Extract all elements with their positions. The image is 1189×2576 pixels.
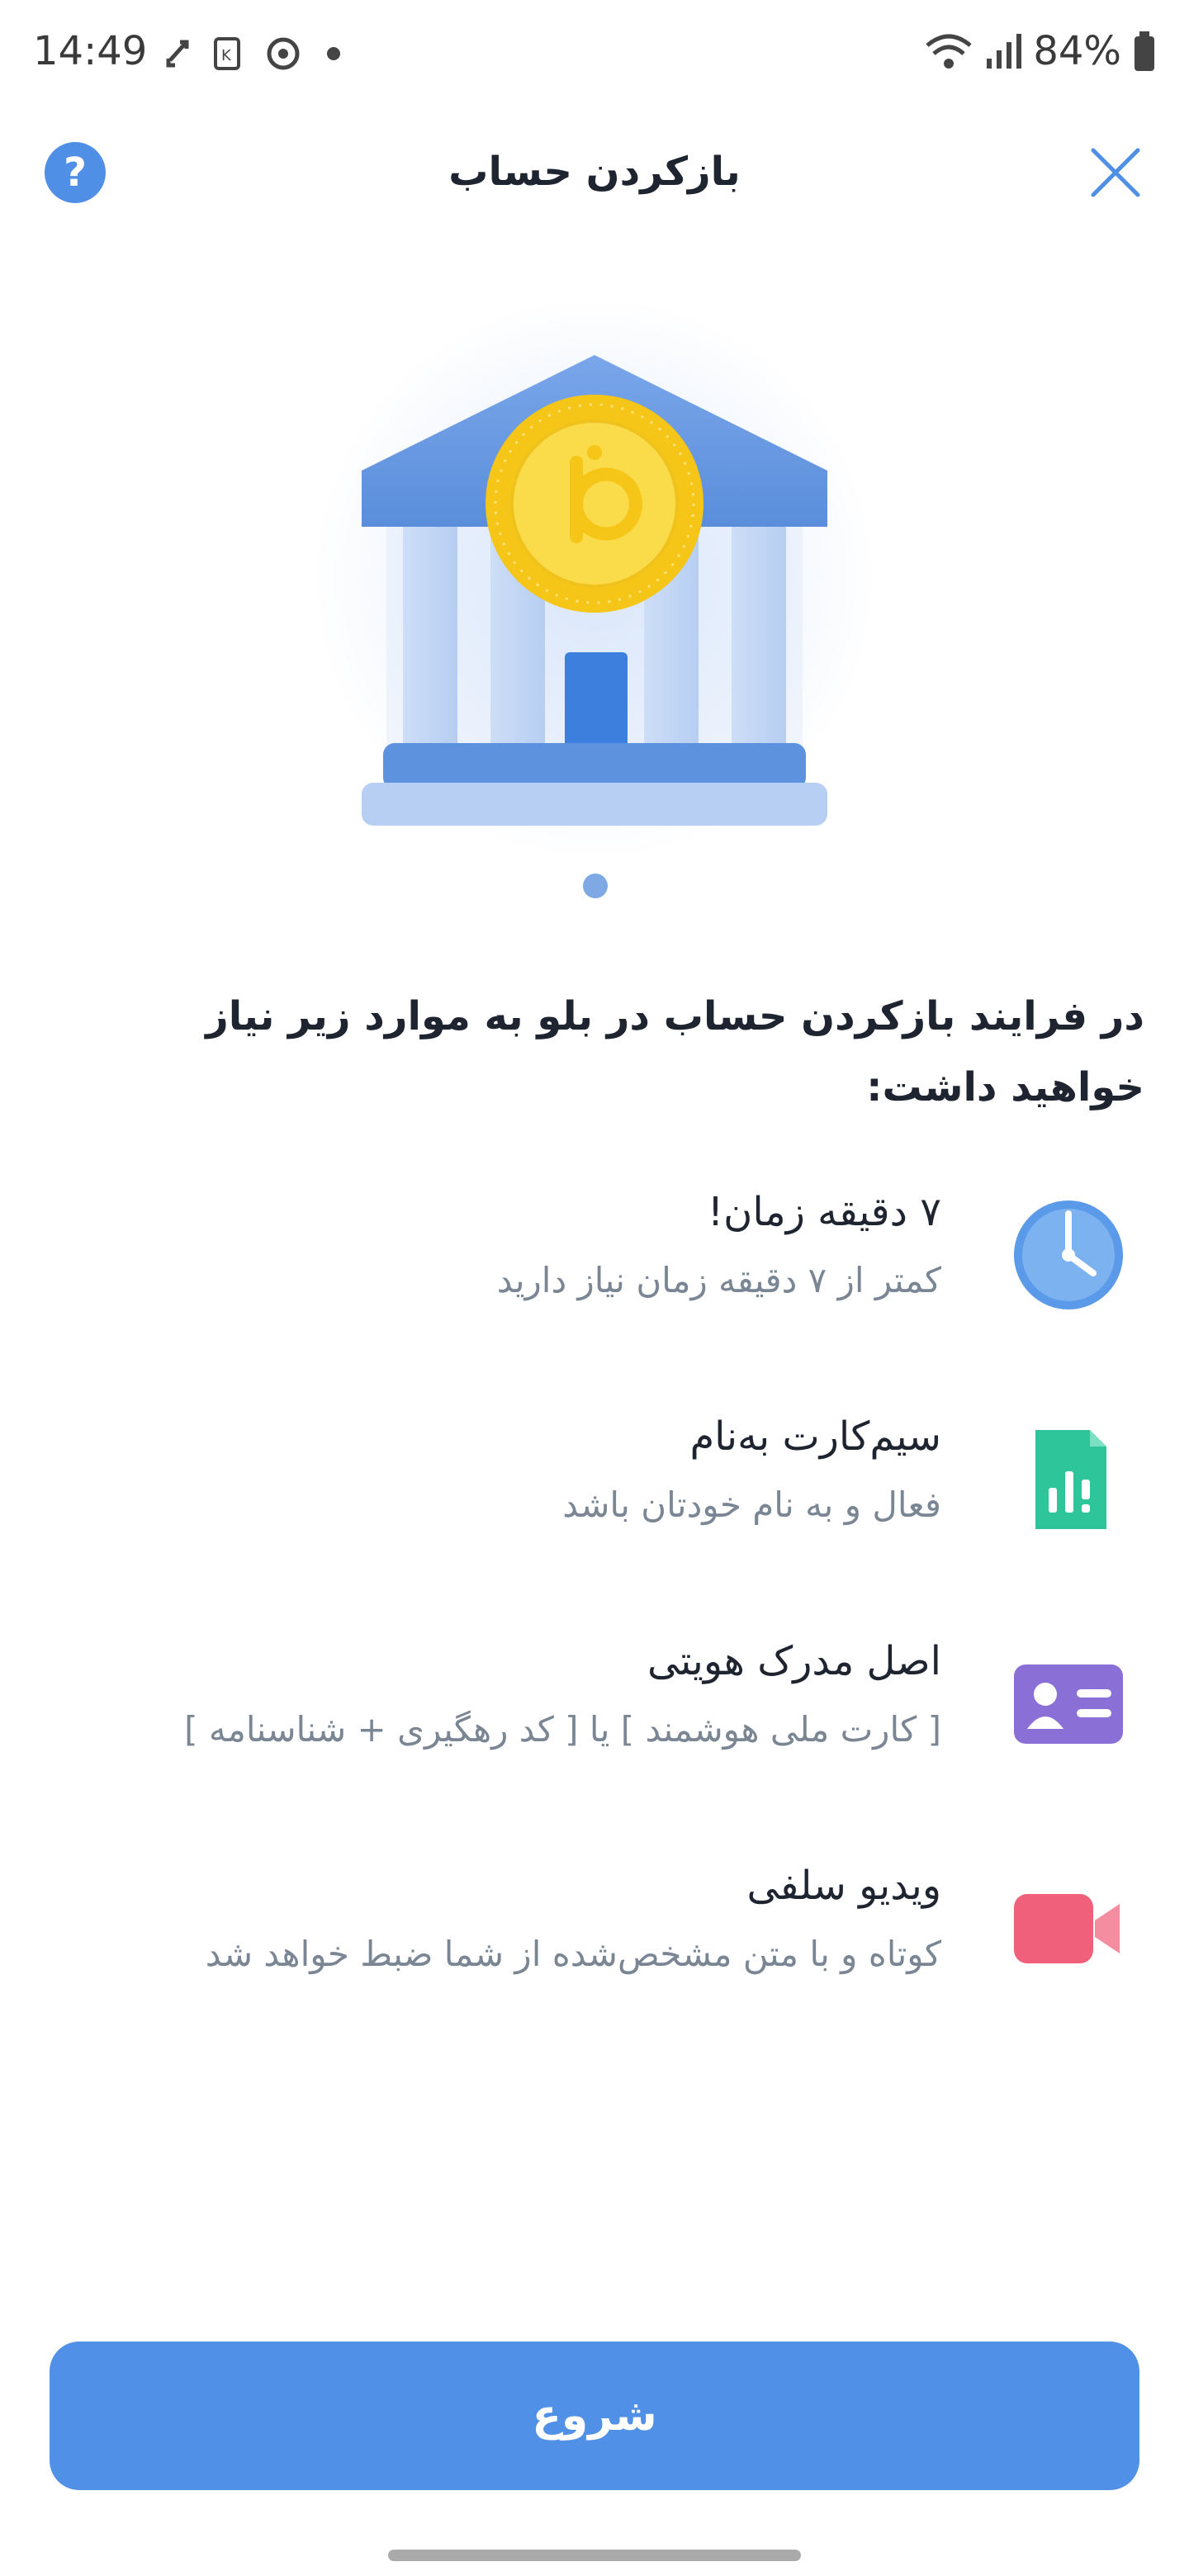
list-item: اصل مدرک هویتی [ کارت ملی هوشمند ] یا [ … xyxy=(0,1638,1189,1820)
requirement-title: اصل مدرک هویتی xyxy=(647,1638,941,1684)
requirement-title: ویدیو سلفی xyxy=(746,1863,941,1909)
list-item: سیم‌کارت به‌نام فعال و به نام خودتان باش… xyxy=(0,1413,1189,1595)
bank-illustration xyxy=(314,297,875,859)
list-item: ویدیو سلفی کوتاه و با متن مشخص‌شده از شم… xyxy=(0,1863,1189,2044)
page-title: بازکردن حساب xyxy=(448,149,741,195)
rotate-app-icon xyxy=(267,37,300,70)
start-button-label: شروع xyxy=(532,2391,657,2441)
intro-text: در فرایند بازکردن حساب در بلو به موارد ز… xyxy=(206,993,1144,1110)
requirement-subtitle: کمتر از ۷ دقیقه زمان نیاز دارید xyxy=(496,1260,941,1300)
status-time: 14:49 xyxy=(33,28,148,74)
video-camera-icon xyxy=(1014,1894,1120,1963)
battery-icon xyxy=(1135,31,1154,71)
sim-card-icon xyxy=(1035,1430,1106,1529)
signal-icon xyxy=(987,34,1022,69)
requirement-subtitle: فعال و به نام خودتان باشد xyxy=(562,1485,941,1525)
wifi-icon xyxy=(926,34,972,69)
requirement-title: ۷ دقیقه زمان! xyxy=(707,1189,941,1235)
dot-icon xyxy=(327,47,340,60)
status-bar: 14:49 K 84% xyxy=(0,0,1189,112)
requirement-subtitle: [ کارت ملی هوشمند ] یا [ کد رهگیری + شنا… xyxy=(184,1709,941,1750)
pager-dot xyxy=(583,874,608,898)
app-header: ? بازکردن حساب xyxy=(0,112,1189,228)
list-item: ۷ دقیقه زمان! کمتر از ۷ دقیقه زمان نیاز … xyxy=(0,1189,1189,1371)
app-notification-icon: K xyxy=(214,37,240,70)
clock-icon xyxy=(1014,1200,1123,1309)
status-left-icons: K xyxy=(165,33,342,74)
home-indicator[interactable] xyxy=(388,2550,801,2561)
close-icon[interactable] xyxy=(1085,142,1146,203)
id-card-icon xyxy=(1014,1664,1123,1744)
start-button[interactable]: شروع xyxy=(50,2342,1139,2490)
sync-icon xyxy=(166,40,189,68)
requirement-title: سیم‌کارت به‌نام xyxy=(689,1413,941,1460)
battery-percent: 84% xyxy=(1033,28,1121,74)
requirement-subtitle: کوتاه و با متن مشخص‌شده از شما ضبط خواهد… xyxy=(205,1934,941,1974)
svg-text:K: K xyxy=(221,47,232,64)
status-right: 84% xyxy=(924,28,1156,74)
